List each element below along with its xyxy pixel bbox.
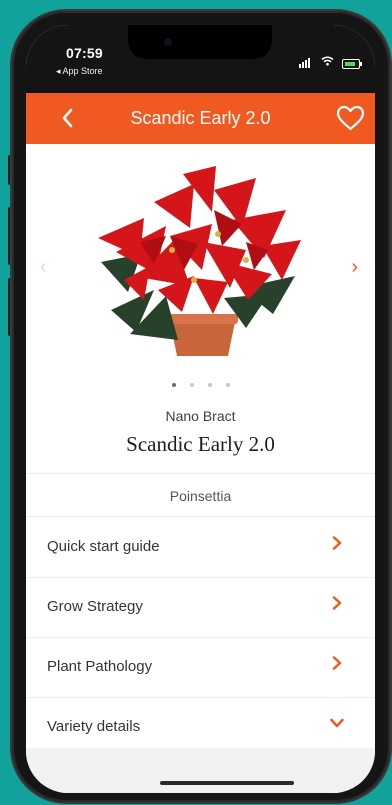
chevron-right-icon — [332, 656, 342, 670]
variety-name: Scandic Early 2.0 — [126, 432, 275, 456]
battery-icon — [342, 59, 360, 69]
app-header: Scandic Early 2.0 — [26, 93, 375, 144]
carousel-prev-button[interactable]: ‹ — [40, 256, 47, 279]
menu-item-label: Variety details — [47, 718, 141, 735]
menu-item-plant-pathology[interactable]: Plant Pathology — [26, 638, 375, 698]
series-name: Nano Bract — [165, 408, 236, 424]
chevron-right-icon — [332, 596, 342, 610]
heart-outline-icon — [336, 105, 365, 131]
carousel-pagination — [26, 383, 375, 387]
divider — [26, 516, 375, 517]
poinsettia-image — [98, 166, 301, 356]
chevron-down-icon — [330, 718, 344, 728]
menu-item-label: Plant Pathology — [47, 658, 153, 675]
menu-item-label: Quick start guide — [47, 538, 160, 555]
menu-item-quick-start-guide[interactable]: Quick start guide — [26, 518, 375, 578]
favorite-button[interactable] — [336, 105, 365, 131]
notch — [128, 25, 272, 59]
home-indicator[interactable] — [160, 781, 294, 785]
page-title: Scandic Early 2.0 — [130, 108, 271, 128]
menu-item-grow-strategy[interactable]: Grow Strategy — [26, 578, 375, 638]
screen: 07:59 ◂ App Store Scandic Early 2.0 ‹ › … — [26, 25, 375, 793]
status-time: 07:59 — [66, 45, 103, 61]
cellular-signal-icon — [299, 58, 310, 68]
carousel-dot[interactable] — [189, 383, 194, 387]
carousel-dot[interactable] — [225, 383, 230, 387]
image-carousel[interactable]: ‹ › — [26, 144, 375, 409]
phone-frame: 07:59 ◂ App Store Scandic Early 2.0 ‹ › … — [12, 11, 390, 802]
carousel-dot[interactable] — [171, 383, 176, 387]
back-to-app-store-link[interactable]: ◂ App Store — [56, 66, 103, 77]
chevron-right-icon — [332, 536, 342, 550]
wifi-icon — [321, 56, 334, 69]
carousel-dot[interactable] — [207, 383, 212, 387]
bottom-area — [26, 748, 375, 793]
divider — [26, 473, 375, 474]
status-bar: 07:59 ◂ App Store — [26, 25, 375, 93]
front-camera — [164, 38, 172, 46]
battery-cap — [360, 62, 362, 66]
menu-item-label: Grow Strategy — [47, 598, 143, 615]
species-name: Poinsettia — [169, 488, 232, 504]
carousel-next-button[interactable]: › — [351, 256, 358, 279]
